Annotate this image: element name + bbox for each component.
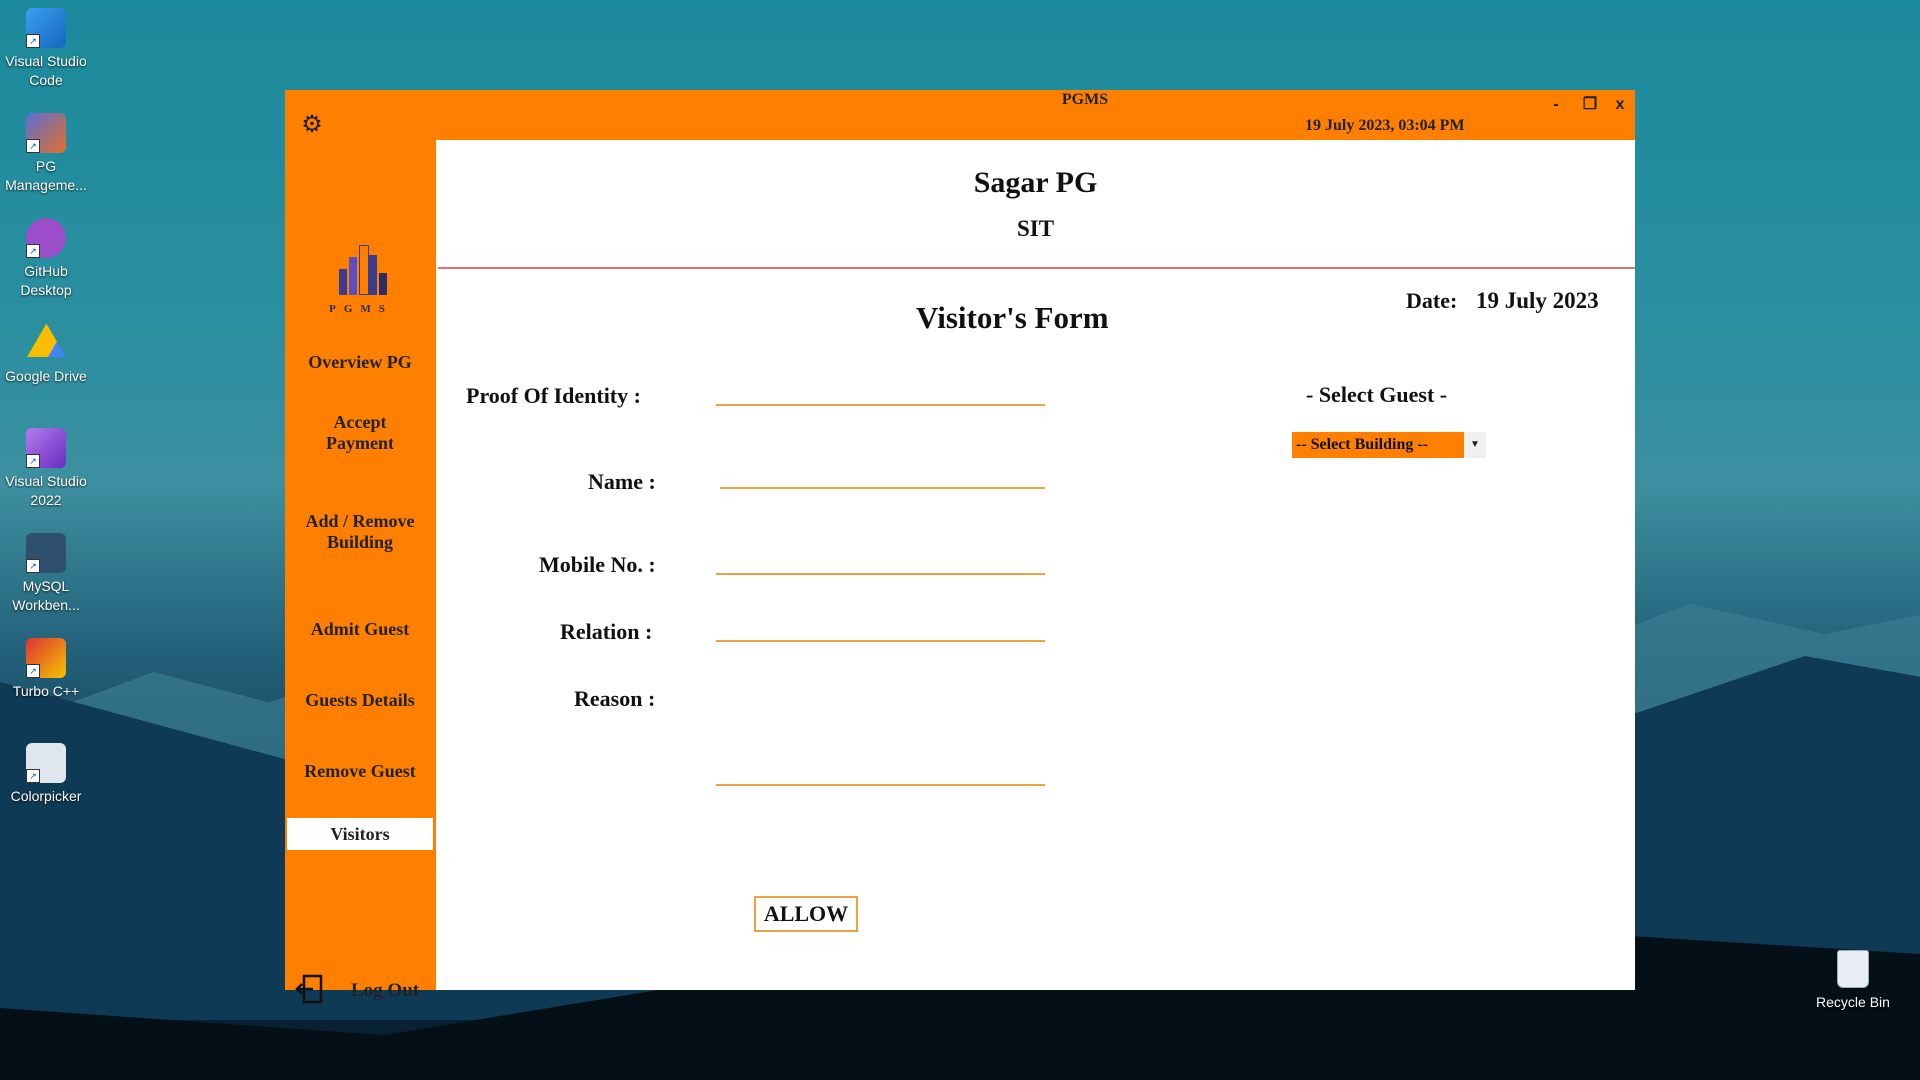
current-datetime: 19 July 2023, 03:04 PM (1305, 117, 1465, 134)
desktop-icon-label: Colorpicker (10, 788, 82, 804)
vscode-icon: ↗ (26, 8, 66, 48)
minimize-button[interactable]: - (1541, 93, 1571, 117)
desktop-icon-label: Workben... (12, 597, 80, 613)
desktop-icon-github-desktop[interactable]: ↗ GitHub Desktop (0, 218, 92, 300)
desktop-icon-label: Desktop (20, 282, 72, 298)
select-guest-heading: - Select Guest - (1306, 382, 1448, 407)
desktop-icon-recycle-bin[interactable]: Recycle Bin (1808, 950, 1898, 1010)
desktop-icon-turbo-cpp[interactable]: ↗ Turbo C++ (0, 638, 92, 701)
pg-name: Sagar PG (973, 166, 1098, 199)
mysql-workbench-icon: ↗ (26, 533, 66, 573)
mobile-label: Mobile No. : (539, 552, 656, 577)
nav-visitors[interactable]: Visitors (287, 818, 433, 850)
allow-button[interactable]: ALLOW (754, 896, 858, 932)
form-title: Visitor's Form (916, 300, 1109, 335)
desktop-icon-label: Turbo C++ (12, 683, 80, 699)
desktop-icon-label: 2022 (30, 492, 62, 508)
desktop-icon-vscode[interactable]: ↗ Visual Studio Code (0, 8, 92, 90)
pgms-logo: PGMS (325, 245, 397, 325)
reason-input[interactable] (716, 754, 1045, 786)
window-title: PGMS (1061, 91, 1109, 108)
header-divider (438, 267, 1635, 269)
proof-of-identity-label: Proof Of Identity : (466, 383, 641, 408)
nav-overview-pg[interactable]: Overview PG (287, 352, 433, 373)
desktop-icon-label: PG (35, 158, 57, 174)
building-dropdown[interactable]: -- Select Building -- ▼ (1292, 432, 1488, 458)
title-bar: PGMS 19 July 2023, 03:04 PM - ❐ x ⚙ (285, 90, 1635, 140)
relation-label: Relation : (560, 619, 653, 644)
colorpicker-icon: ↗ (26, 743, 66, 783)
desktop-icon-visual-studio[interactable]: ↗ Visual Studio 2022 (0, 428, 92, 510)
nav-add-remove-building[interactable]: Add / Remove Building (295, 511, 425, 553)
turbo-cpp-icon: ↗ (26, 638, 66, 678)
logout-button[interactable]: Log Out (351, 980, 419, 1002)
nav-admit-guest[interactable]: Admit Guest (287, 619, 433, 640)
desktop-icon-pg-management[interactable]: ↗ PG Manageme... (0, 113, 92, 195)
visual-studio-icon: ↗ (26, 428, 66, 468)
name-label: Name : (588, 469, 656, 494)
relation-input[interactable] (716, 610, 1045, 642)
desktop-icon-label: Code (29, 72, 63, 88)
google-drive-icon (26, 323, 66, 357)
desktop-icon-label: Google Drive (5, 368, 87, 384)
nav-guests-details[interactable]: Guests Details (287, 690, 433, 711)
reason-label: Reason : (574, 686, 656, 711)
app-window: PGMS 19 July 2023, 03:04 PM - ❐ x ⚙ PGMS… (285, 90, 1635, 1004)
date-label: Date: (1406, 288, 1458, 313)
logo-buildings-icon (333, 245, 393, 295)
nav-accept-payment[interactable]: Accept Payment (300, 412, 420, 454)
desktop-icon-label: GitHub (24, 263, 68, 279)
nav-remove-guest[interactable]: Remove Guest (287, 761, 433, 782)
desktop-icon-label: Visual Studio (5, 473, 87, 489)
pg-subtitle: SIT (1016, 216, 1055, 241)
desktop-icon-colorpicker[interactable]: ↗ Colorpicker (0, 743, 92, 806)
gear-icon[interactable]: ⚙ (301, 113, 323, 137)
mobile-input[interactable] (716, 543, 1045, 575)
sidebar: PGMS Overview PG Accept Payment Add / Re… (285, 140, 435, 1004)
desktop-icon-label: Visual Studio (5, 53, 87, 69)
desktop-icon-label: Recycle Bin (1816, 994, 1890, 1010)
desktop-icon-label: MySQL (22, 578, 70, 594)
chevron-down-icon[interactable]: ▼ (1464, 432, 1486, 458)
date-value: 19 July 2023 (1476, 288, 1599, 313)
pg-management-icon: ↗ (26, 113, 66, 153)
desktop-icon-google-drive[interactable]: Google Drive (0, 323, 92, 386)
close-button[interactable]: x (1605, 93, 1635, 117)
main-content: Sagar PG SIT Date: 19 July 2023 Visitor'… (436, 140, 1635, 990)
name-input[interactable] (720, 457, 1045, 489)
recycle-bin-icon (1837, 950, 1869, 988)
logout-icon[interactable] (295, 974, 323, 1004)
logo-text: PGMS (329, 303, 393, 315)
github-desktop-icon: ↗ (26, 218, 66, 258)
desktop-icon-mysql-workbench[interactable]: ↗ MySQL Workben... (0, 533, 92, 615)
desktop-icon-label: Manageme... (5, 177, 87, 193)
maximize-button[interactable]: ❐ (1575, 93, 1605, 117)
building-dropdown-value: -- Select Building -- (1292, 432, 1464, 458)
proof-of-identity-input[interactable] (716, 374, 1045, 406)
